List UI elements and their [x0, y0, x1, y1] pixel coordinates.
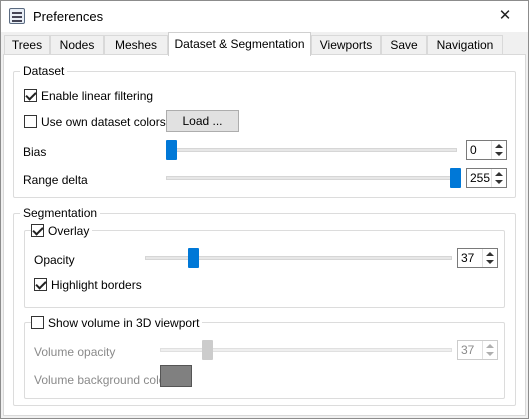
spin-down-icon[interactable] — [486, 260, 494, 264]
load-button[interactable]: Load ... — [166, 110, 239, 132]
own-colors-checkbox[interactable]: Use own dataset colors — [24, 115, 166, 129]
range-delta-value: 255 — [470, 171, 491, 185]
tab-trees[interactable]: Trees — [4, 35, 50, 55]
range-delta-label: Range delta — [23, 173, 88, 187]
tab-viewports[interactable]: Viewports — [311, 35, 381, 55]
tab-meshes[interactable]: Meshes — [104, 35, 168, 55]
dataset-group-title: Dataset — [20, 64, 68, 78]
bias-slider-handle[interactable] — [166, 140, 177, 160]
tab-navigation[interactable]: Navigation — [427, 35, 503, 55]
range-delta-spin-arrows[interactable] — [491, 169, 506, 187]
volume-opacity-value: 37 — [461, 343, 475, 357]
tab-save[interactable]: Save — [381, 35, 427, 55]
volume-group: Show volume in 3D viewport Volume opacit… — [24, 316, 505, 399]
dataset-group: Dataset Enable linear filtering Use own … — [13, 64, 516, 198]
title-bar: Preferences ✕ — [1, 1, 528, 32]
highlight-borders-label: Highlight borders — [51, 278, 142, 292]
tab-dataset-segmentation[interactable]: Dataset & Segmentation — [168, 32, 311, 56]
opacity-slider-handle[interactable] — [188, 248, 199, 268]
volume-opacity-spinbox[interactable]: 37 — [457, 340, 498, 360]
checkbox-unchecked-icon — [31, 316, 44, 329]
volume-opacity-slider-handle[interactable] — [202, 340, 213, 360]
show-volume-label: Show volume in 3D viewport — [48, 316, 200, 330]
tab-panel: Dataset Enable linear filtering Use own … — [3, 54, 526, 416]
checkbox-checked-icon — [34, 278, 47, 291]
range-delta-slider-handle[interactable] — [450, 168, 461, 188]
own-colors-label: Use own dataset colors — [41, 115, 166, 129]
checkbox-checked-icon — [31, 224, 44, 237]
overlay-label: Overlay — [48, 224, 90, 238]
spin-up-icon[interactable] — [495, 144, 503, 148]
tab-bar: Trees Nodes Meshes Dataset & Segmentatio… — [3, 32, 528, 56]
range-delta-spinbox[interactable]: 255 — [466, 168, 507, 188]
bias-label: Bias — [23, 145, 47, 159]
segmentation-group-title: Segmentation — [20, 206, 101, 220]
spin-down-icon[interactable] — [495, 180, 503, 184]
opacity-label: Opacity — [34, 253, 75, 267]
opacity-value: 37 — [461, 251, 475, 265]
spin-up-icon[interactable] — [486, 252, 494, 256]
overlay-group: Overlay Opacity 37 Highlight borders — [24, 224, 505, 308]
checkbox-checked-icon — [24, 89, 37, 102]
opacity-spinbox[interactable]: 37 — [457, 248, 498, 268]
range-delta-slider-track[interactable] — [166, 176, 457, 180]
volume-bg-color-swatch[interactable] — [160, 365, 192, 387]
bias-spinbox[interactable]: 0 — [466, 140, 507, 160]
highlight-borders-checkbox[interactable]: Highlight borders — [34, 278, 142, 292]
spin-down-icon[interactable] — [486, 352, 494, 356]
spin-down-icon[interactable] — [495, 152, 503, 156]
opacity-spin-arrows[interactable] — [482, 249, 497, 267]
volume-opacity-label: Volume opacity — [34, 345, 116, 359]
checkbox-unchecked-icon — [24, 115, 37, 128]
linear-filtering-checkbox[interactable]: Enable linear filtering — [24, 89, 153, 103]
close-button[interactable]: ✕ — [482, 1, 528, 32]
show-volume-checkbox[interactable]: Show volume in 3D viewport — [31, 316, 203, 330]
bias-slider-track[interactable] — [166, 148, 457, 152]
segmentation-group: Segmentation Overlay Opacity 37 Highligh… — [13, 206, 516, 406]
preferences-icon — [9, 8, 25, 24]
window-title: Preferences — [33, 9, 104, 24]
bias-value: 0 — [470, 143, 477, 157]
volume-bg-color-label: Volume background color — [34, 373, 170, 387]
spin-up-icon[interactable] — [495, 172, 503, 176]
tab-nodes[interactable]: Nodes — [50, 35, 104, 55]
preferences-window: Preferences ✕ Trees Nodes Meshes Dataset… — [0, 0, 529, 419]
bias-spin-arrows[interactable] — [491, 141, 506, 159]
volume-opacity-spin-arrows[interactable] — [482, 341, 497, 359]
overlay-checkbox[interactable]: Overlay — [31, 224, 93, 238]
spin-up-icon[interactable] — [486, 344, 494, 348]
linear-filtering-label: Enable linear filtering — [41, 89, 154, 103]
